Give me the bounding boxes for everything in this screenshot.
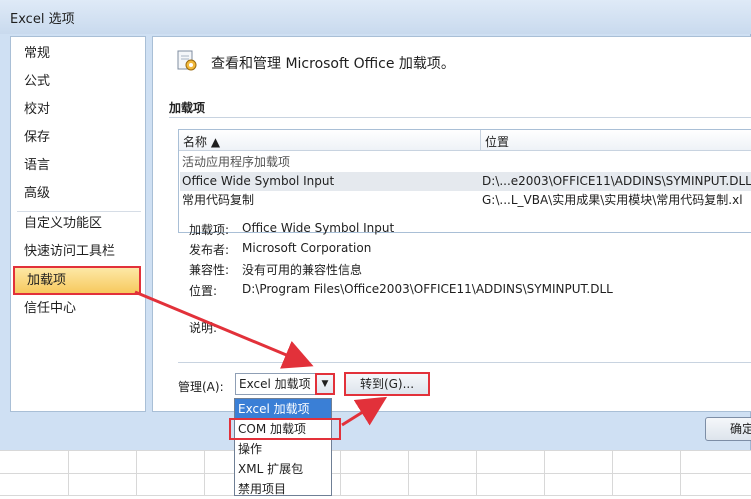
table-row-group: 活动应用程序加载项 [180,153,751,172]
addin-name: 常用代码复制 [182,193,255,207]
excel-options-dialog: Excel 选项 常规 公式 校对 保存 语言 高级 自定义功能区 快速访问工具… [0,0,751,450]
addins-gear-icon [177,50,197,71]
table-row[interactable]: Office Wide Symbol Input D:\...e2003\OFF… [180,172,751,191]
column-header-name[interactable]: 名称 ▲ [183,133,220,150]
options-sidebar: 常规 公式 校对 保存 语言 高级 自定义功能区 快速访问工具栏 加载项 信任中… [10,36,146,412]
section-title: 加载项 [169,101,206,115]
detail-description-label: 说明: [189,321,218,335]
chevron-down-icon[interactable]: ▼ [315,373,335,395]
addins-table: 名称 ▲ 位置 活动应用程序加载项 Office Wide Symbol Inp… [178,129,751,233]
detail-compat-value: 没有可用的兼容性信息 [242,263,363,277]
manage-label: 管理(A): [178,380,224,394]
dropdown-option-com-addins[interactable]: COM 加载项 [229,418,341,440]
addin-location: D:\...e2003\OFFICE11\ADDINS\SYMINPUT.DLL [482,174,751,188]
bottom-divider [178,362,751,363]
manage-dropdown-list: Excel 加载项 COM 加载项 操作 XML 扩展包 禁用项目 [229,398,341,499]
section-divider [169,117,751,118]
sidebar-item-advanced[interactable]: 高级 [12,180,144,207]
table-header: 名称 ▲ 位置 [179,130,751,151]
detail-addin-label: 加载项: [189,223,230,237]
addins-panel: 查看和管理 Microsoft Office 加载项。 加载项 名称 ▲ 位置 … [152,36,751,412]
sidebar-item-formulas[interactable]: 公式 [12,68,144,95]
window-title: Excel 选项 [10,12,75,27]
table-row[interactable]: 常用代码复制 G:\...L_VBA\实用成果\实用模块\常用代码复制.xl [180,191,751,210]
worksheet-grid-background [0,450,751,496]
sidebar-item-addins[interactable]: 加载项 [13,266,141,295]
group-label: 活动应用程序加载项 [182,155,291,169]
sidebar-item-language[interactable]: 语言 [12,152,144,179]
addin-name: Office Wide Symbol Input [182,174,335,188]
sidebar-item-customize-ribbon[interactable]: 自定义功能区 [12,210,144,237]
column-header-location[interactable]: 位置 [485,133,509,150]
dropdown-option-disabled-items[interactable]: 禁用项目 [235,479,331,499]
detail-publisher-label: 发布者: [189,243,230,257]
column-separator[interactable] [480,130,481,151]
dropdown-option-xml-expansion-packs[interactable]: XML 扩展包 [235,459,331,479]
dropdown-option-excel-addins[interactable]: Excel 加载项 [235,399,331,419]
sidebar-item-proofing[interactable]: 校对 [12,96,144,123]
detail-publisher-value: Microsoft Corporation [242,241,372,255]
detail-addin-value: Office Wide Symbol Input [242,221,395,235]
panel-header: 查看和管理 Microsoft Office 加载项。 [211,56,455,72]
sidebar-item-general[interactable]: 常规 [12,40,144,67]
sidebar-item-trust-center[interactable]: 信任中心 [12,295,144,322]
detail-compat-label: 兼容性: [189,263,230,277]
ok-button[interactable]: 确定 [705,417,751,441]
sidebar-item-quick-access-toolbar[interactable]: 快速访问工具栏 [12,238,144,265]
detail-location-value: D:\Program Files\Office2003\OFFICE11\ADD… [242,282,613,296]
goto-button[interactable]: 转到(G)... [344,372,430,396]
sidebar-item-save[interactable]: 保存 [12,124,144,151]
detail-location-label: 位置: [189,284,218,298]
title-bar: Excel 选项 [0,0,751,34]
addin-location: G:\...L_VBA\实用成果\实用模块\常用代码复制.xl [482,193,743,207]
dropdown-option-actions[interactable]: 操作 [235,439,331,459]
